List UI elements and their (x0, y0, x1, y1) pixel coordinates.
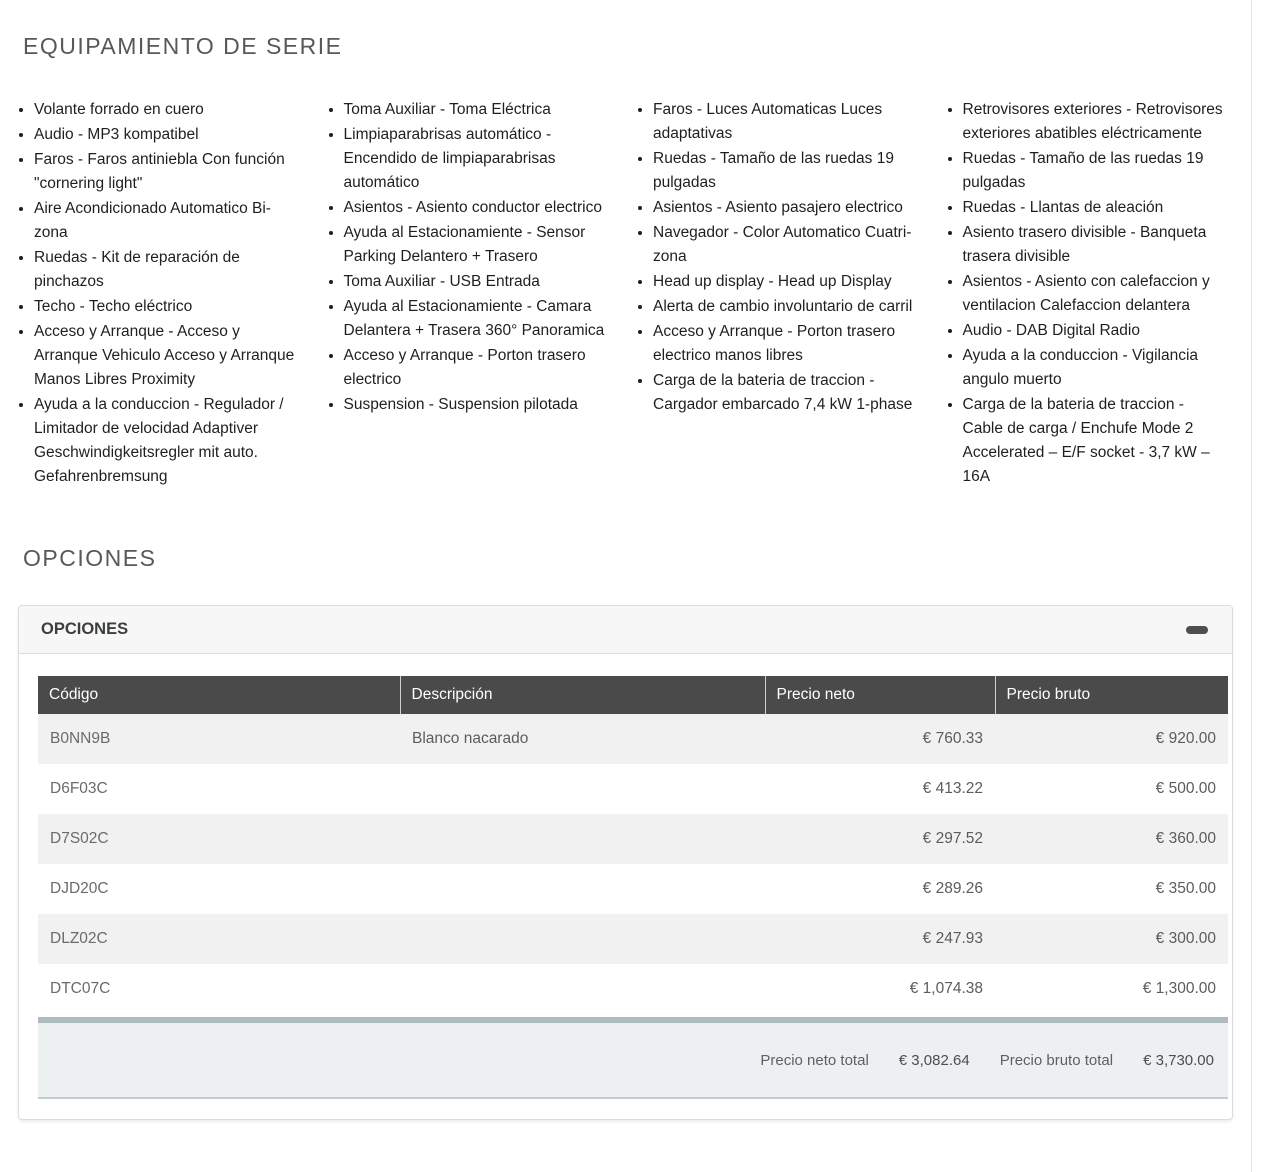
equipment-item: Acceso y Arranque - Porton trasero elect… (653, 320, 917, 368)
equipment-item: Asiento trasero divisible - Banqueta tra… (963, 221, 1227, 269)
equipment-item: Faros - Faros antiniebla Con función "co… (34, 148, 298, 196)
equipment-item: Acceso y Arranque - Acceso y Arranque Ve… (34, 320, 298, 392)
equipment-item: Asientos - Asiento conductor electrico (344, 196, 608, 220)
equipment-item: Head up display - Head up Display (653, 270, 917, 294)
cell-precio-bruto: € 1,300.00 (995, 964, 1228, 1014)
cell-precio-bruto: € 920.00 (995, 714, 1228, 764)
page-container: EQUIPAMIENTO DE SERIE Volante forrado en… (0, 0, 1252, 1172)
section-title-opciones: OPCIONES (23, 490, 1251, 572)
equipment-item: Audio - DAB Digital Radio (963, 319, 1227, 343)
equipment-item: Toma Auxiliar - Toma Eléctrica (344, 98, 608, 122)
equipment-column-3: Faros - Luces Automaticas Luces adaptati… (633, 98, 917, 490)
cell-code: B0NN9B (38, 714, 400, 764)
options-table: Código Descripción Precio neto Precio br… (38, 676, 1228, 1014)
table-row: D7S02C € 297.52 € 360.00 (38, 814, 1228, 864)
cell-precio-bruto: € 500.00 (995, 764, 1228, 814)
equipment-item: Aire Acondicionado Automatico Bi-zona (34, 197, 298, 245)
equipment-column-2: Toma Auxiliar - Toma Eléctrica Limpiapar… (324, 98, 608, 490)
table-row: DTC07C € 1,074.38 € 1,300.00 (38, 964, 1228, 1014)
cell-code: DLZ02C (38, 914, 400, 964)
opciones-panel-body: Código Descripción Precio neto Precio br… (19, 654, 1232, 1119)
cell-code: DTC07C (38, 964, 400, 1014)
cell-code: D7S02C (38, 814, 400, 864)
equipment-item: Acceso y Arranque - Porton trasero elect… (344, 344, 608, 392)
collapse-button[interactable] (1186, 622, 1208, 638)
cell-description (400, 814, 765, 864)
column-header-precio-bruto: Precio bruto (995, 676, 1228, 714)
equipment-item: Toma Auxiliar - USB Entrada (344, 270, 608, 294)
cell-precio-neto: € 760.33 (765, 714, 995, 764)
cell-code: D6F03C (38, 764, 400, 814)
equipment-item: Techo - Techo eléctrico (34, 295, 298, 319)
equipment-item: Ruedas - Kit de reparación de pinchazos (34, 246, 298, 294)
cell-code: DJD20C (38, 864, 400, 914)
equipment-item: Audio - MP3 kompatibel (34, 123, 298, 147)
equipment-item: Ruedas - Tamaño de las ruedas 19 pulgada… (653, 147, 917, 195)
equipment-item: Carga de la bateria de traccion - Cable … (963, 393, 1227, 489)
equipment-item: Suspension - Suspension pilotada (344, 393, 608, 417)
net-total-value: € 3,082.64 (899, 1052, 970, 1069)
column-header-precio-neto: Precio neto (765, 676, 995, 714)
cell-precio-neto: € 413.22 (765, 764, 995, 814)
equipment-column-1: Volante forrado en cuero Audio - MP3 kom… (14, 98, 298, 490)
equipment-item: Ayuda a la conduccion - Regulador / Limi… (34, 393, 298, 489)
cell-description (400, 964, 765, 1014)
opciones-panel-header[interactable]: OPCIONES (19, 606, 1232, 654)
equipment-item: Asientos - Asiento con calefaccion y ven… (963, 270, 1227, 318)
cell-description (400, 914, 765, 964)
cell-precio-bruto: € 350.00 (995, 864, 1228, 914)
cell-description: Blanco nacarado (400, 714, 765, 764)
equipment-list: Volante forrado en cuero Audio - MP3 kom… (14, 98, 1226, 490)
cell-precio-neto: € 297.52 (765, 814, 995, 864)
equipment-item: Ruedas - Llantas de aleación (963, 196, 1227, 220)
equipment-item: Carga de la bateria de traccion - Cargad… (653, 369, 917, 417)
table-row: B0NN9B Blanco nacarado € 760.33 € 920.00 (38, 714, 1228, 764)
equipment-item: Faros - Luces Automaticas Luces adaptati… (653, 98, 917, 146)
equipment-item: Ayuda al Estacionamiente - Camara Delant… (344, 295, 608, 343)
opciones-panel: OPCIONES Código Descripción Precio neto … (18, 605, 1233, 1120)
equipment-item: Ayuda a la conduccion - Vigilancia angul… (963, 344, 1227, 392)
equipment-item: Limpiaparabrisas automático - Encendido … (344, 123, 608, 195)
cell-precio-bruto: € 360.00 (995, 814, 1228, 864)
gross-total-label: Precio bruto total (1000, 1052, 1113, 1069)
cell-description (400, 864, 765, 914)
cell-precio-bruto: € 300.00 (995, 914, 1228, 964)
column-header-codigo: Código (38, 676, 400, 714)
equipment-item: Volante forrado en cuero (34, 98, 298, 122)
equipment-item: Alerta de cambio involuntario de carril (653, 295, 917, 319)
totals-footer: Precio neto total € 3,082.64 Precio brut… (38, 1017, 1228, 1099)
cell-precio-neto: € 289.26 (765, 864, 995, 914)
cell-precio-neto: € 1,074.38 (765, 964, 995, 1014)
table-row: D6F03C € 413.22 € 500.00 (38, 764, 1228, 814)
cell-precio-neto: € 247.93 (765, 914, 995, 964)
section-title-equipamiento: EQUIPAMIENTO DE SERIE (23, 0, 1251, 60)
equipment-column-4: Retrovisores exteriores - Retrovisores e… (943, 98, 1227, 490)
panel-title: OPCIONES (41, 620, 128, 639)
table-row: DJD20C € 289.26 € 350.00 (38, 864, 1228, 914)
table-header-row: Código Descripción Precio neto Precio br… (38, 676, 1228, 714)
equipment-item: Ayuda al Estacionamiente - Sensor Parkin… (344, 221, 608, 269)
equipment-item: Retrovisores exteriores - Retrovisores e… (963, 98, 1227, 146)
equipment-item: Ruedas - Tamaño de las ruedas 19 pulgada… (963, 147, 1227, 195)
equipment-item: Navegador - Color Automatico Cuatri-zona (653, 221, 917, 269)
equipment-item: Asientos - Asiento pasajero electrico (653, 196, 917, 220)
net-total-label: Precio neto total (760, 1052, 868, 1069)
table-row: DLZ02C € 247.93 € 300.00 (38, 914, 1228, 964)
gross-total-value: € 3,730.00 (1143, 1052, 1214, 1069)
minus-icon (1186, 626, 1208, 634)
column-header-descripcion: Descripción (400, 676, 765, 714)
cell-description (400, 764, 765, 814)
